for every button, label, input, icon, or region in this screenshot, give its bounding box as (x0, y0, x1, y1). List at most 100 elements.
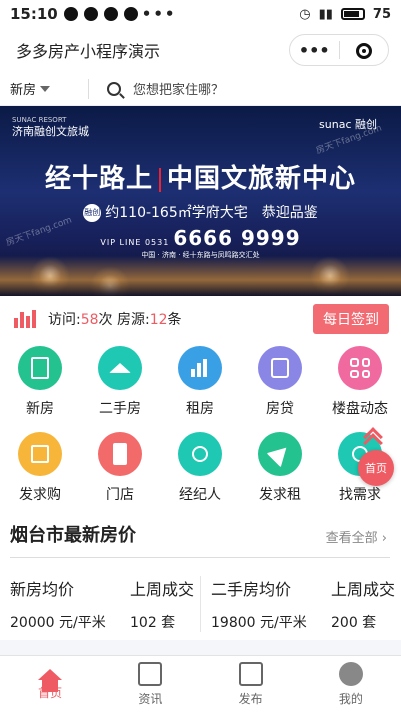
calculator-icon (271, 358, 289, 378)
menu-icon-circle (98, 346, 142, 390)
new-avg-value: 20000 元/平米 (10, 615, 106, 631)
section-divider (10, 557, 390, 558)
home-icon (38, 668, 63, 692)
new-week-label: 上周成交 (130, 580, 195, 599)
brand-cn: 济南融创文旅城 (12, 125, 89, 138)
more-button[interactable]: ••• (290, 41, 339, 60)
close-circle-icon (355, 43, 372, 59)
floating-home: 首页 (358, 427, 394, 486)
tab-label: 发布 (238, 692, 263, 706)
menu-icon-circle (18, 346, 62, 390)
city-label: 新房 (10, 83, 37, 98)
daily-signin-button[interactable]: 每日签到 (313, 304, 389, 334)
status-right: ◷ ▮▮ 75 (299, 7, 391, 22)
store-icon (113, 443, 127, 465)
visit-count: 58 (80, 312, 99, 328)
chat-icon (83, 7, 98, 21)
menu-icon-circle (178, 432, 222, 476)
menu-item-post-rent[interactable]: 发求租 (240, 432, 320, 518)
chevron-down-icon (40, 85, 51, 92)
menu-item-mortgage[interactable]: 房贷 (240, 346, 320, 432)
search-divider (88, 78, 89, 99)
menu-label: 房贷 (266, 401, 294, 417)
menu-label: 发求租 (259, 487, 301, 503)
search-row: 新房 您想把家住哪？ (0, 72, 401, 106)
building-icon (31, 357, 49, 379)
headline-right: 中国文旅新中心 (167, 164, 357, 194)
back-to-top-icon[interactable] (363, 427, 384, 453)
document-icon (138, 662, 163, 686)
tab-home[interactable]: 首页 (0, 656, 100, 713)
close-button[interactable] (340, 41, 389, 60)
menu-label: 二手房 (99, 401, 141, 417)
agent-icon (192, 446, 208, 462)
menu-label: 找需求 (339, 487, 381, 503)
menu-grid: 新房 二手房 租房 房贷 楼盘动态 发求购 门店 经纪人 发求租 找需求 (0, 346, 401, 518)
brand-en: SUNAC RESORT (12, 116, 67, 124)
used-house-prices: 二手房均价 19800 元/平米 上周成交 200 套 (201, 576, 401, 632)
menu-item-post-buy[interactable]: 发求购 (0, 432, 80, 518)
alarm-icon: ◷ (299, 6, 311, 22)
subline-text: 约110-165㎡学府大宅 恭迎品鉴 (105, 205, 318, 221)
new-avg-label: 新房均价 (10, 580, 75, 599)
stats-text: 访问:58次 房源:12条 (48, 309, 182, 329)
menu-label: 新房 (26, 401, 54, 417)
used-week-label: 上周成交 (331, 580, 396, 599)
tab-news[interactable]: 资讯 (100, 656, 200, 713)
headline-left: 经十路上 (44, 164, 153, 194)
view-all-link[interactable]: 查看全部 › (326, 527, 387, 546)
banner-phone: VIP LINE 0531 6666 9999 (0, 226, 401, 250)
banner-brand-left: SUNAC RESORT 济南融创文旅城 (12, 114, 89, 138)
visit-label: 访问: (48, 312, 81, 328)
title-bar: 多多房产小程序演示 ••• (0, 28, 401, 72)
new-house-prices: 新房均价 20000 元/平米 上周成交 102 套 (0, 576, 200, 632)
banner-subline: 融创 约110-165㎡学府大宅 恭迎品鉴 (0, 202, 401, 222)
menu-item-project-news[interactable]: 楼盘动态 (320, 346, 400, 432)
menu-icon-circle (258, 346, 302, 390)
note-icon (31, 445, 49, 463)
search-input[interactable]: 您想把家住哪？ (133, 79, 224, 98)
notification-icons (63, 7, 138, 21)
floating-home-button[interactable]: 首页 (358, 450, 394, 486)
tab-label: 资讯 (138, 692, 163, 706)
menu-item-new-house[interactable]: 新房 (0, 346, 80, 432)
tab-publish[interactable]: 发布 (201, 656, 301, 713)
house-icon (109, 363, 131, 373)
vip-label: VIP LINE 0531 (100, 238, 170, 247)
promo-banner[interactable]: SUNAC RESORT 济南融创文旅城 sunac 融创 房天下fang.co… (0, 106, 401, 296)
search-icon (107, 81, 121, 96)
menu-item-second-hand[interactable]: 二手房 (80, 346, 160, 432)
alert-icon (123, 7, 138, 21)
city-selector[interactable]: 新房 (10, 79, 88, 98)
visit-unit: 次 房源: (98, 312, 150, 328)
page-title: 多多房产小程序演示 (16, 42, 161, 61)
listing-unit: 条 (167, 312, 182, 328)
new-week-value: 102 套 (130, 615, 176, 631)
tab-label: 我的 (338, 692, 363, 706)
used-avg-label: 二手房均价 (211, 580, 292, 599)
menu-item-agent[interactable]: 经纪人 (160, 432, 240, 518)
battery-icon (340, 8, 365, 20)
tab-profile[interactable]: 我的 (301, 656, 401, 713)
battery-level: 75 (372, 6, 391, 22)
city-skyline (0, 256, 401, 296)
send-icon (266, 440, 294, 468)
edit-icon (238, 662, 263, 686)
menu-item-store[interactable]: 门店 (80, 432, 160, 518)
brand-badge: 融创 (83, 204, 102, 222)
status-time: 15:10 (10, 5, 58, 23)
grid-icon (350, 358, 370, 378)
price-summary: 新房均价 20000 元/平米 上周成交 102 套 二手房均价 19800 元… (0, 576, 401, 632)
banner-headline: 经十路上 中国文旅新中心 (0, 158, 401, 195)
used-avg-value: 19800 元/平米 (211, 615, 307, 631)
miniprogram-capsule: ••• (289, 34, 389, 66)
menu-icon-circle (338, 346, 382, 390)
headline-divider (159, 167, 161, 192)
section-title: 烟台市最新房价 (10, 525, 136, 546)
menu-item-rent[interactable]: 租房 (160, 346, 240, 432)
listing-count: 12 (149, 312, 168, 328)
menu-icon-circle (178, 346, 222, 390)
message-icon (63, 7, 78, 21)
user-icon (338, 662, 363, 686)
stats-chart-icon (14, 310, 38, 328)
